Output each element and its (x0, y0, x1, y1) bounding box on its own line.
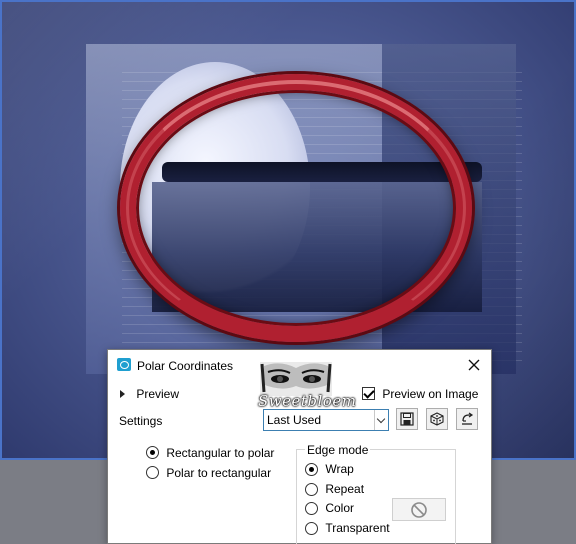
edge-mode-options: Wrap Repeat Color Transparent (305, 460, 390, 538)
radio-label: Color (325, 501, 355, 516)
edge-color-swatch[interactable] (392, 498, 446, 521)
preview-label: Preview (136, 386, 180, 401)
save-preset-button[interactable] (396, 408, 418, 430)
close-button[interactable] (464, 355, 484, 375)
rectangular-to-polar-option[interactable]: Rectangular to polar (146, 442, 274, 462)
polar-to-rectangular-option[interactable]: Polar to rectangular (146, 462, 274, 482)
checkbox-checked[interactable] (362, 387, 375, 401)
radio-label: Wrap (325, 462, 354, 477)
radio-label: Polar to rectangular (166, 465, 272, 480)
mapping-mode-group: Rectangular to polar Polar to rectangula… (146, 442, 274, 482)
no-color-icon (411, 502, 427, 518)
dice-icon (430, 412, 444, 426)
radio-unselected[interactable] (305, 502, 318, 516)
preset-dropdown[interactable]: Last Used (263, 409, 389, 431)
radio-label: Transparent (325, 520, 390, 535)
radio-selected[interactable] (305, 463, 318, 477)
preview-on-image-label: Preview on Image (382, 386, 479, 401)
dialog-titlebar[interactable]: Polar Coordinates (108, 350, 491, 380)
close-icon (468, 359, 480, 371)
radio-unselected[interactable] (146, 466, 159, 480)
polar-coordinates-app-icon (117, 358, 131, 371)
preview-expander[interactable]: Preview (120, 386, 179, 402)
preview-on-image-checkbox[interactable]: Preview on Image (362, 386, 478, 402)
radio-label: Repeat (325, 481, 365, 496)
radio-label: Rectangular to polar (166, 445, 275, 460)
randomize-button[interactable] (426, 408, 448, 430)
chevron-down-icon[interactable] (374, 410, 388, 430)
watermark-signature: Sweetbloem (258, 392, 357, 410)
radio-unselected[interactable] (305, 482, 318, 496)
edge-mode-wrap[interactable]: Wrap (305, 460, 390, 480)
save-icon (400, 412, 414, 426)
oval-highlight (126, 80, 466, 336)
reset-icon (462, 412, 474, 425)
edge-mode-title: Edge mode (305, 443, 371, 457)
edge-mode-transparent[interactable]: Transparent (305, 519, 390, 539)
settings-label: Settings (119, 414, 163, 428)
dialog-title: Polar Coordinates (137, 359, 234, 373)
edge-mode-group: Edge mode Wrap Repeat Color Transparent (296, 443, 456, 544)
edge-mode-color[interactable]: Color (305, 499, 390, 519)
chevron-right-icon (120, 389, 125, 398)
preset-value: Last Used (267, 413, 322, 427)
polar-coordinates-dialog: Polar Coordinates Preview Sweetbloem Pre… (107, 349, 492, 544)
radio-selected[interactable] (146, 446, 159, 460)
radio-unselected[interactable] (305, 521, 318, 535)
edge-mode-repeat[interactable]: Repeat (305, 480, 390, 500)
reset-button[interactable] (456, 408, 478, 430)
